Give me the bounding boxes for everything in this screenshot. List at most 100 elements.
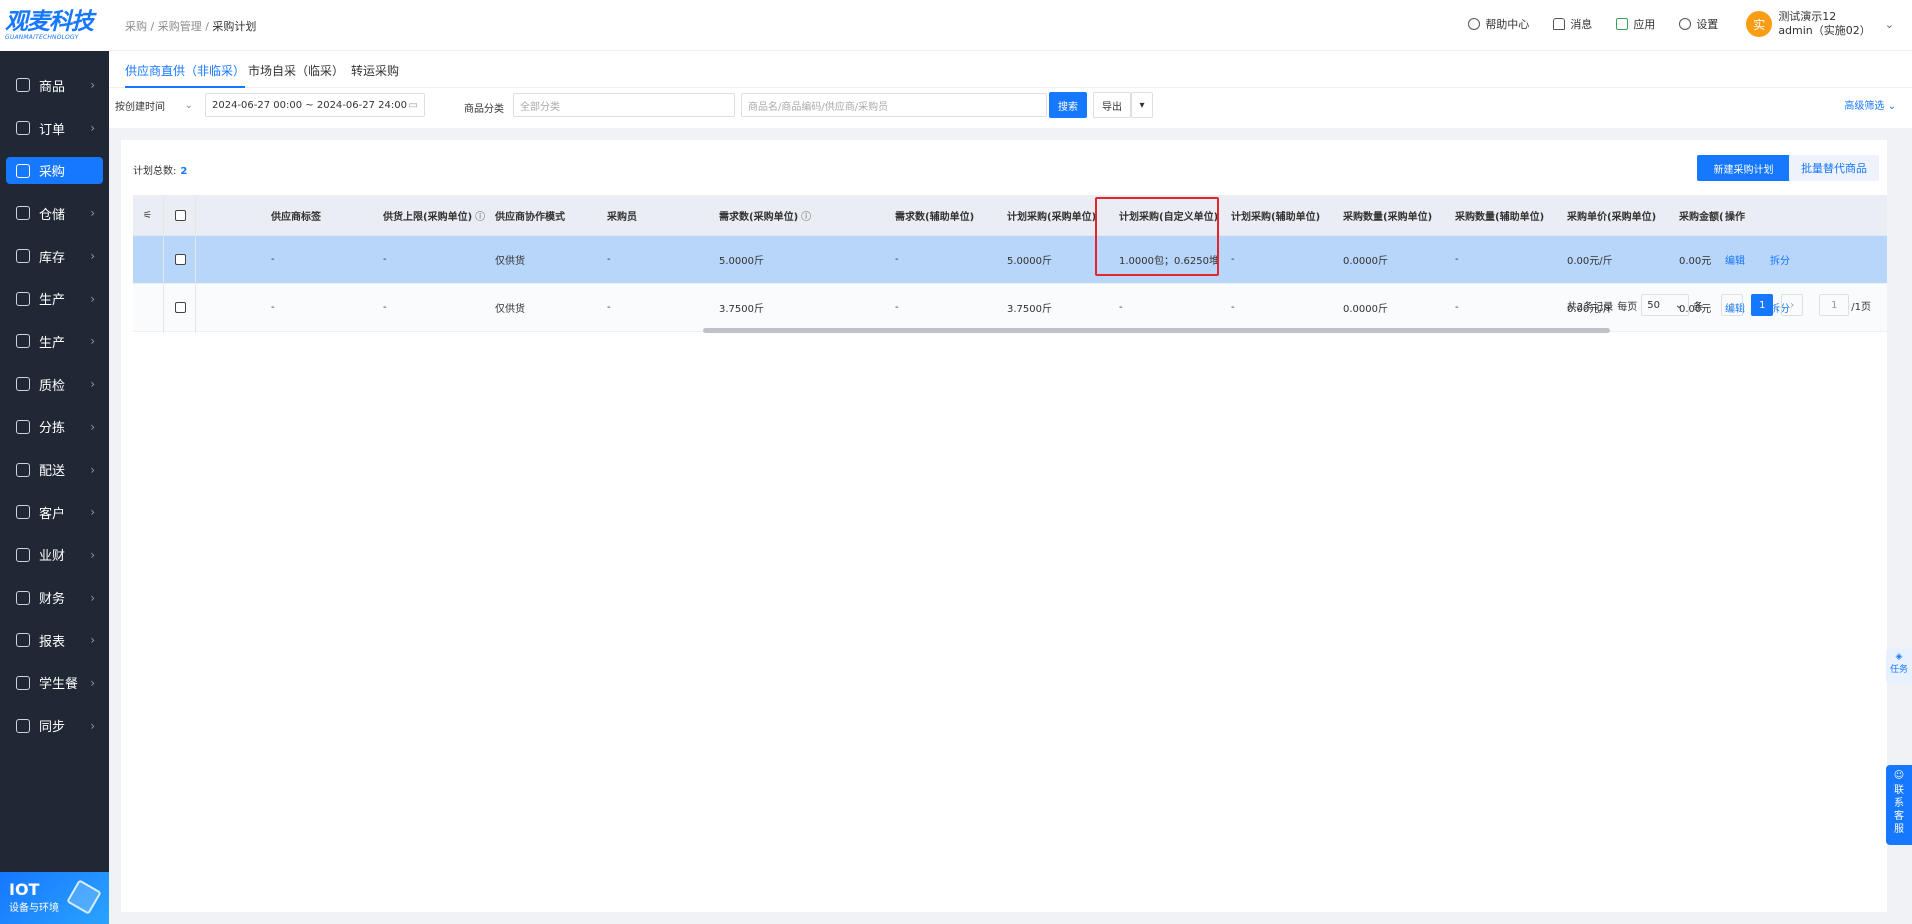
sidebar-item-reports[interactable]: 报表 › xyxy=(0,619,109,662)
sidebar-item-production[interactable]: 生产 › xyxy=(0,277,109,320)
sidebar-item-label: 订单 xyxy=(39,122,66,138)
sidebar-item-label: 生产 xyxy=(39,335,66,351)
select-all-checkbox[interactable] xyxy=(175,195,186,235)
sidebar-item-student-meal[interactable]: 学生餐 › xyxy=(0,662,109,705)
date-range-picker[interactable]: 2024-06-27 00:00 ~ 2024-06-27 24:00 ▭ xyxy=(205,93,425,117)
row-checkbox[interactable] xyxy=(175,236,186,283)
truck-icon xyxy=(16,462,30,477)
new-purchase-plan-button[interactable]: 新建采购计划 xyxy=(1697,155,1790,181)
sidebar-item-purchase[interactable]: 采购 › xyxy=(0,149,109,192)
iot-banner[interactable]: IOT 设备与环境 xyxy=(0,872,109,924)
column-settings-icon[interactable]: ⚟ xyxy=(143,195,152,235)
settings-link[interactable]: 设置 xyxy=(1679,16,1718,32)
page-size-select[interactable]: 50 ⌄ xyxy=(1641,294,1690,316)
brand-subtitle: GUANMAITECHNOLOGY xyxy=(5,34,79,41)
breadcrumb-item[interactable]: 采购管理 xyxy=(158,20,202,33)
help-label: 帮助中心 xyxy=(1485,18,1530,31)
sidebar-item-quality[interactable]: 质检 › xyxy=(0,363,109,406)
sidebar-item-finance[interactable]: 财务 › xyxy=(0,576,109,619)
sidebar-item-stock[interactable]: 库存 › xyxy=(0,235,109,278)
tab-transfer-purchase[interactable]: 转运采购 xyxy=(351,62,399,79)
messages-link[interactable]: 消息 xyxy=(1553,16,1592,32)
advanced-filter-label: 高级筛选 xyxy=(1844,101,1885,112)
export-dropdown-button[interactable]: ▾ xyxy=(1131,92,1153,118)
table-row[interactable]: - - 仅供货 - 5.0000斤 - 5.0000斤 1.0000包；0.62… xyxy=(133,236,1887,284)
tab-supplier-direct[interactable]: 供应商直供（非临采） xyxy=(125,62,246,88)
chevron-down-icon: ⌄ xyxy=(1674,299,1684,311)
info-icon[interactable]: ⓘ xyxy=(475,208,485,223)
sidebar-item-delivery[interactable]: 配送 › xyxy=(0,448,109,491)
category-select[interactable]: 全部分类 xyxy=(513,93,735,117)
search-button[interactable]: 搜索 xyxy=(1049,92,1087,118)
customer-service-label: 联系客服 xyxy=(1894,785,1904,835)
messages-label: 消息 xyxy=(1570,18,1593,31)
sidebar-item-label: 生产 xyxy=(39,293,66,309)
category-placeholder: 全部分类 xyxy=(520,101,560,113)
advanced-filter-link[interactable]: 高级筛选 ⌄ xyxy=(1844,97,1896,112)
sidebar-item-label: 质检 xyxy=(39,378,66,394)
brand-logo[interactable]: 观麦科技 GUANMAITECHNOLOGY xyxy=(0,0,109,51)
brand-name: 观麦科技 xyxy=(5,9,94,35)
top-bar: 采购 / 采购管理 / 采购计划 帮助中心 消息 应用 设置 实 测试演示12 … xyxy=(109,0,1912,51)
chevron-right-icon: › xyxy=(90,505,95,520)
chevron-right-icon: › xyxy=(90,633,95,648)
header-qty-purchase-unit: 采购数量(采购单位) xyxy=(1343,211,1433,223)
stock-icon xyxy=(16,249,30,264)
sidebar-item-sorting[interactable]: 分拣 › xyxy=(0,406,109,449)
gear-icon xyxy=(1679,18,1692,30)
user-icon xyxy=(16,505,30,520)
cell-supply-limit: - xyxy=(383,302,387,313)
column-divider xyxy=(163,195,164,333)
prev-page-button[interactable]: ‹ xyxy=(1721,294,1744,316)
breadcrumb-item[interactable]: 采购 xyxy=(125,20,147,33)
row-checkbox[interactable] xyxy=(175,284,186,331)
user-menu[interactable]: 实 测试演示12 admin（实施02） ⌄ xyxy=(1746,10,1894,38)
customer-service-button[interactable]: ☺ 联系客服 xyxy=(1886,765,1912,845)
horizontal-scrollbar[interactable] xyxy=(703,328,1610,333)
help-center-link[interactable]: 帮助中心 xyxy=(1468,16,1529,32)
sidebar-item-customers[interactable]: 客户 › xyxy=(0,491,109,534)
apps-link[interactable]: 应用 xyxy=(1616,16,1655,32)
sidebar-item-warehouse[interactable]: 仓储 › xyxy=(0,192,109,235)
page-size-value: 50 xyxy=(1647,299,1660,311)
page-number-current[interactable]: 1 xyxy=(1751,294,1774,316)
chevron-right-icon: › xyxy=(90,419,95,434)
tab-market-self-purchase[interactable]: 市场自采（临采） xyxy=(248,62,344,79)
sidebar: 观麦科技 GUANMAITECHNOLOGY 商品 › 订单 › 采购 › 仓储 › 库… xyxy=(0,0,109,924)
date-range-value: 2024-06-27 00:00 ~ 2024-06-27 24:00 xyxy=(212,99,407,111)
cell-qty-purchase-unit: 0.0000斤 xyxy=(1343,304,1388,315)
breadcrumb-current: 采购计划 xyxy=(212,20,257,33)
plan-count-value: 2 xyxy=(180,166,188,177)
app-icon xyxy=(1616,18,1629,30)
next-page-button[interactable]: › xyxy=(1781,294,1804,316)
header-demand-purchase-unit-label: 需求数(采购单位) xyxy=(719,211,799,223)
info-icon[interactable]: ⓘ xyxy=(801,208,811,223)
bulk-replace-goods-button[interactable]: 批量替代商品 xyxy=(1789,155,1879,181)
header-supply-limit-label: 供货上限(采购单位) xyxy=(383,211,473,223)
header-supply-limit: 供货上限(采购单位) ⓘ xyxy=(383,195,485,235)
sidebar-item-orders[interactable]: 订单 › xyxy=(0,107,109,150)
header-unit-price: 采购单价(采购单位) xyxy=(1567,211,1657,223)
cell-purchaser: - xyxy=(607,254,611,265)
edit-link[interactable]: 编辑 xyxy=(1725,236,1745,283)
sidebar-item-production-2[interactable]: 生产 › xyxy=(0,320,109,363)
sidebar-item-sync[interactable]: 同步 › xyxy=(0,704,109,747)
meal-icon xyxy=(16,675,30,690)
time-type-select[interactable]: 按创建时间 ⌄ xyxy=(109,93,201,117)
avatar: 实 xyxy=(1746,11,1773,37)
layers-icon: ◈ xyxy=(1895,652,1903,662)
task-float-button[interactable]: ◈ 任务 xyxy=(1886,648,1912,684)
cell-plan-purchase-unit: 5.0000斤 xyxy=(1007,256,1052,267)
chevron-right-icon: › xyxy=(90,377,95,392)
search-input[interactable]: 商品名/商品编码/供应商/采购员 xyxy=(741,93,1047,117)
cell-demand-purchase-unit: 3.7500斤 xyxy=(719,304,764,315)
sidebar-item-label: 业财 xyxy=(39,549,66,565)
export-button[interactable]: 导出 xyxy=(1093,92,1131,118)
sidebar-item-label: 商品 xyxy=(39,79,66,95)
header-purchaser: 采购员 xyxy=(607,211,637,223)
split-link[interactable]: 拆分 xyxy=(1770,236,1790,283)
sidebar-item-goods[interactable]: 商品 › xyxy=(0,64,109,107)
page-jump-input[interactable]: 1 xyxy=(1819,294,1850,316)
sidebar-item-label: 报表 xyxy=(39,634,66,650)
sidebar-item-business-finance[interactable]: 业财 › xyxy=(0,534,109,577)
